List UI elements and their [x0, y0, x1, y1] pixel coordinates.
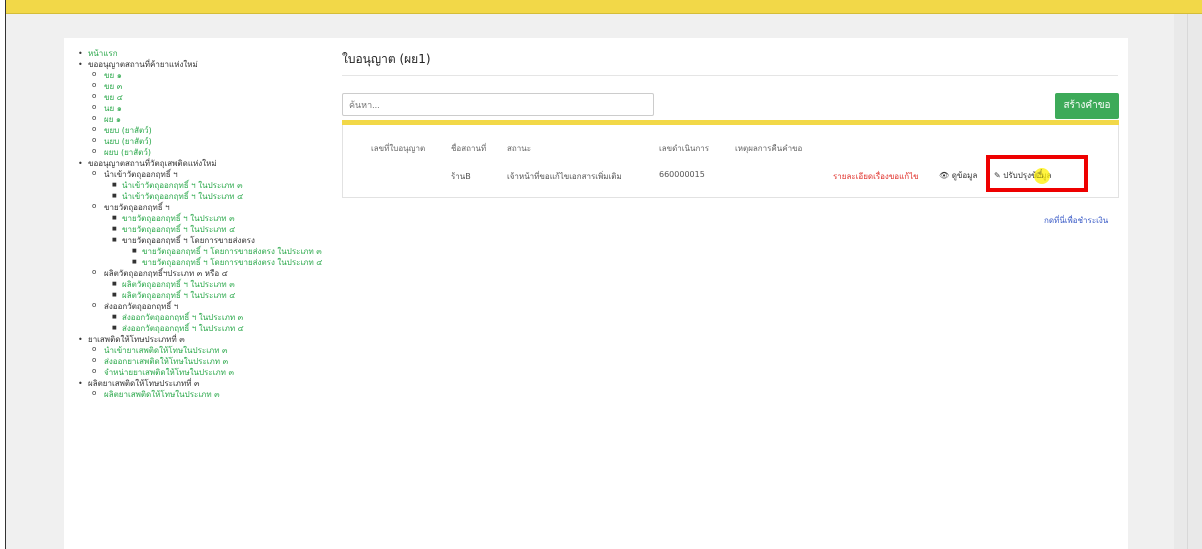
nav-item: นำเข้าวัตถุออกฤทธิ์ ฯ ในประเภท ๔ [112, 191, 340, 202]
nav-link[interactable]: ผลิตยาเสพติดให้โทษในประเภท ๓ [104, 390, 220, 399]
nav-item: ขายวัตถุออกฤทธิ์ ฯ โดยการขายส่งตรง ในประ… [132, 257, 340, 268]
nav-item: ขยบ (ยาสัตว์) [92, 124, 340, 136]
nav-item: ส่งออกวัตถุออกฤทธิ์ ฯ ในประเภท ๓ [112, 312, 340, 323]
nav-item: ยาเสพติดให้โทษประเภทที่ ๓นำเข้ายาเสพติดใ… [78, 334, 340, 378]
nav-item: นย ๑ [92, 102, 340, 114]
nav-link[interactable]: ผลิตวัตถุออกฤทธิ์ ฯ ในประเภท ๓ [122, 280, 235, 289]
search-input[interactable] [342, 93, 654, 116]
nav-item: ผยบ (ยาสัตว์) [92, 146, 340, 158]
hand-pointer-icon: ☝ [1036, 167, 1044, 181]
nav-item: ผลิตวัตถุออกฤทธิ์ ฯ ในประเภท ๔ [112, 290, 340, 301]
nav-item: จำหน่ายยาเสพติดให้โทษในประเภท ๓ [92, 366, 340, 378]
nav-item: ส่งออกวัตถุออกฤทธิ์ ฯ ในประเภท ๔ [112, 323, 340, 334]
nav-item: ผลิตวัตถุออกฤทธิ์ ฯ ในประเภท ๓ [112, 279, 340, 290]
nav-link[interactable]: ผย ๑ [104, 115, 121, 124]
nav-item: หน้าแรก [78, 48, 340, 59]
view-data-button[interactable]: 👁 ดูข้อมูล [939, 169, 977, 182]
nav-item: ขออนุญาตสถานที่วัตถุเสพติดแห่งใหม่นำเข้า… [78, 158, 340, 334]
nav-link[interactable]: ส่งออกวัตถุออกฤทธิ์ ฯ ในประเภท ๔ [122, 324, 244, 333]
cell-place-name: ร้านB [451, 172, 471, 181]
nav-item: ผลิตยาเสพติดให้โทษในประเภท ๓ [92, 388, 340, 400]
nav-item: ขออนุญาตสถานที่ค้ายาแห่งใหม่ขย ๑ขย ๓ขย ๔… [78, 59, 340, 158]
nav-link[interactable]: ขายวัตถุออกฤทธิ์ ฯ โดยการขายส่งตรง ในประ… [142, 247, 322, 256]
nav-sublist: ขายวัตถุออกฤทธิ์ ฯ โดยการขายส่งตรง ในประ… [132, 246, 340, 268]
edit-detail-link[interactable]: รายละเอียดเรื่องขอแก้ไข [833, 170, 919, 183]
col-header-place-name: ชื่อสถานที่ [451, 144, 487, 153]
col-header-status: สถานะ [507, 144, 531, 153]
col-header-process-no: เลขดำเนินการ [659, 144, 710, 153]
nav-item: นำเข้าวัตถุออกฤทธิ์ ฯ ในประเภท ๓ [112, 180, 340, 191]
create-request-button[interactable]: สร้างคำขอ [1055, 93, 1119, 119]
window-right-margin [1174, 14, 1202, 549]
nav-sublist: ส่งออกวัตถุออกฤทธิ์ ฯ ในประเภท ๓ส่งออกวั… [112, 312, 340, 334]
nav-item: ขายวัตถุออกฤทธิ์ ฯ ในประเภท ๓ [112, 213, 340, 224]
eye-icon: 👁 [939, 171, 950, 180]
window-left-edge [0, 0, 6, 549]
nav-item: ส่งออกวัตถุออกฤทธิ์ ฯส่งออกวัตถุออกฤทธิ์… [92, 300, 340, 334]
top-accent-bar [6, 0, 1202, 14]
nav-link[interactable]: ผลิตวัตถุออกฤทธิ์ ฯ ในประเภท ๔ [122, 291, 235, 300]
nav-link[interactable]: ขายวัตถุออกฤทธิ์ ฯ โดยการขายส่งตรง ในประ… [142, 258, 322, 267]
nav-item: นยบ (ยาสัตว์) [92, 135, 340, 147]
nav-section-label: นำเข้าวัตถุออกฤทธิ์ ฯ [104, 170, 178, 179]
nav-item: ขย ๑ [92, 69, 340, 81]
screen-frame: หน้าแรกขออนุญาตสถานที่ค้ายาแห่งใหม่ขย ๑ข… [0, 0, 1202, 549]
window-right-border [1187, 14, 1188, 549]
nav-section-label: ขออนุญาตสถานที่ค้ายาแห่งใหม่ [88, 60, 198, 69]
nav-item: ผย ๑ [92, 113, 340, 125]
nav-item: ผลิตยาเสพติดให้โทษประเภทที่ ๓ผลิตยาเสพติ… [78, 378, 340, 400]
nav-section-label: ยาเสพติดให้โทษประเภทที่ ๓ [88, 335, 185, 344]
nav-link[interactable]: ส่งออกยาเสพติดให้โทษในประเภท ๓ [104, 357, 228, 366]
nav-item: ขายวัตถุออกฤทธิ์ ฯ โดยการขายส่งตรง ในประ… [132, 246, 340, 257]
view-data-label: ดูข้อมูล [951, 171, 978, 180]
nav-item: นำเข้ายาเสพติดให้โทษในประเภท ๓ [92, 344, 340, 356]
nav-item: นำเข้าวัตถุออกฤทธิ์ ฯนำเข้าวัตถุออกฤทธิ์… [92, 168, 340, 202]
nav-section-label: ขายวัตถุออกฤทธิ์ ฯ [104, 203, 170, 212]
nav-section-label: ส่งออกวัตถุออกฤทธิ์ ฯ [104, 302, 179, 311]
nav-item: ขายวัตถุออกฤทธิ์ ฯ โดยการขายส่งตรงขายวัต… [112, 235, 340, 268]
nav-link[interactable]: นำเข้าวัตถุออกฤทธิ์ ฯ ในประเภท ๔ [122, 192, 243, 201]
nav-link[interactable]: ขย ๔ [104, 93, 123, 102]
nav-link[interactable]: นำเข้าวัตถุออกฤทธิ์ ฯ ในประเภท ๓ [122, 181, 243, 190]
page-title: ใบอนุญาต (ผย1) [342, 52, 431, 66]
nav-item: ขย ๔ [92, 91, 340, 103]
nav-link[interactable]: ส่งออกวัตถุออกฤทธิ์ ฯ ในประเภท ๓ [122, 313, 243, 322]
nav-sublist: ผลิตวัตถุออกฤทธิ์ ฯ ในประเภท ๓ผลิตวัตถุอ… [112, 279, 340, 301]
nav-item: ขย ๓ [92, 80, 340, 92]
nav-item: ผลิตวัตถุออกฤทธิ์ฯประเภท ๓ หรือ ๔ผลิตวัต… [92, 267, 340, 301]
nav-sublist: ผลิตยาเสพติดให้โทษในประเภท ๓ [92, 388, 340, 400]
col-header-return-reason: เหตุผลการคืนคำขอ [735, 144, 803, 153]
sidebar-nav: หน้าแรกขออนุญาตสถานที่ค้ายาแห่งใหม่ขย ๑ข… [78, 48, 340, 400]
nav-sublist: ขย ๑ขย ๓ขย ๔นย ๑ผย ๑ขยบ (ยาสัตว์) นยบ (ยา… [92, 69, 340, 158]
nav-link[interactable]: ขายวัตถุออกฤทธิ์ ฯ ในประเภท ๓ [122, 214, 235, 223]
col-header-license-no: เลขที่ใบอนุญาต [371, 144, 426, 153]
pay-here-link[interactable]: กดที่นี่เพื่อชำระเงิน [1044, 214, 1108, 227]
nav-link[interactable]: หน้าแรก [88, 49, 118, 58]
nav-link[interactable]: ขายวัตถุออกฤทธิ์ ฯ ในประเภท ๔ [122, 225, 235, 234]
nav-item: ขายวัตถุออกฤทธิ์ ฯ ในประเภท ๔ [112, 224, 340, 235]
nav-item: ขายวัตถุออกฤทธิ์ ฯขายวัตถุออกฤทธิ์ ฯ ในป… [92, 201, 340, 268]
nav-section-label: ผลิตยาเสพติดให้โทษประเภทที่ ๓ [88, 379, 200, 388]
nav-link[interactable]: ผยบ (ยาสัตว์) [104, 148, 151, 157]
cell-status: เจ้าหน้าที่ขอแก้ไขเอกสารเพิ่มเติม [507, 172, 622, 181]
nav-section-label: ผลิตวัตถุออกฤทธิ์ฯประเภท ๓ หรือ ๔ [104, 269, 228, 278]
nav-section-label: ขายวัตถุออกฤทธิ์ ฯ โดยการขายส่งตรง [122, 236, 255, 245]
nav-link[interactable]: จำหน่ายยาเสพติดให้โทษในประเภท ๓ [104, 368, 234, 377]
nav-link[interactable]: นย ๑ [104, 104, 122, 113]
nav-section-label: ขออนุญาตสถานที่วัตถุเสพติดแห่งใหม่ [88, 159, 217, 168]
cell-process-no: 660000015 [659, 170, 705, 179]
nav-link[interactable]: ขย ๓ [104, 82, 122, 91]
page-content: หน้าแรกขออนุญาตสถานที่ค้ายาแห่งใหม่ขย ๑ข… [64, 38, 1128, 549]
title-divider [342, 75, 1118, 76]
nav-link[interactable]: ขยบ (ยาสัตว์) [104, 126, 152, 135]
nav-list: หน้าแรกขออนุญาตสถานที่ค้ายาแห่งใหม่ขย ๑ข… [78, 48, 340, 400]
nav-link[interactable]: นยบ (ยาสัตว์) [104, 137, 152, 146]
nav-sublist: นำเข้าวัตถุออกฤทธิ์ ฯนำเข้าวัตถุออกฤทธิ์… [92, 168, 340, 334]
nav-item: ส่งออกยาเสพติดให้โทษในประเภท ๓ [92, 355, 340, 367]
nav-link[interactable]: นำเข้ายาเสพติดให้โทษในประเภท ๓ [104, 346, 227, 355]
nav-link[interactable]: ขย ๑ [104, 71, 122, 80]
nav-sublist: นำเข้ายาเสพติดให้โทษในประเภท ๓ส่งออกยาเส… [92, 344, 340, 378]
nav-sublist: นำเข้าวัตถุออกฤทธิ์ ฯ ในประเภท ๓นำเข้าวั… [112, 180, 340, 202]
nav-sublist: ขายวัตถุออกฤทธิ์ ฯ ในประเภท ๓ขายวัตถุออก… [112, 213, 340, 268]
